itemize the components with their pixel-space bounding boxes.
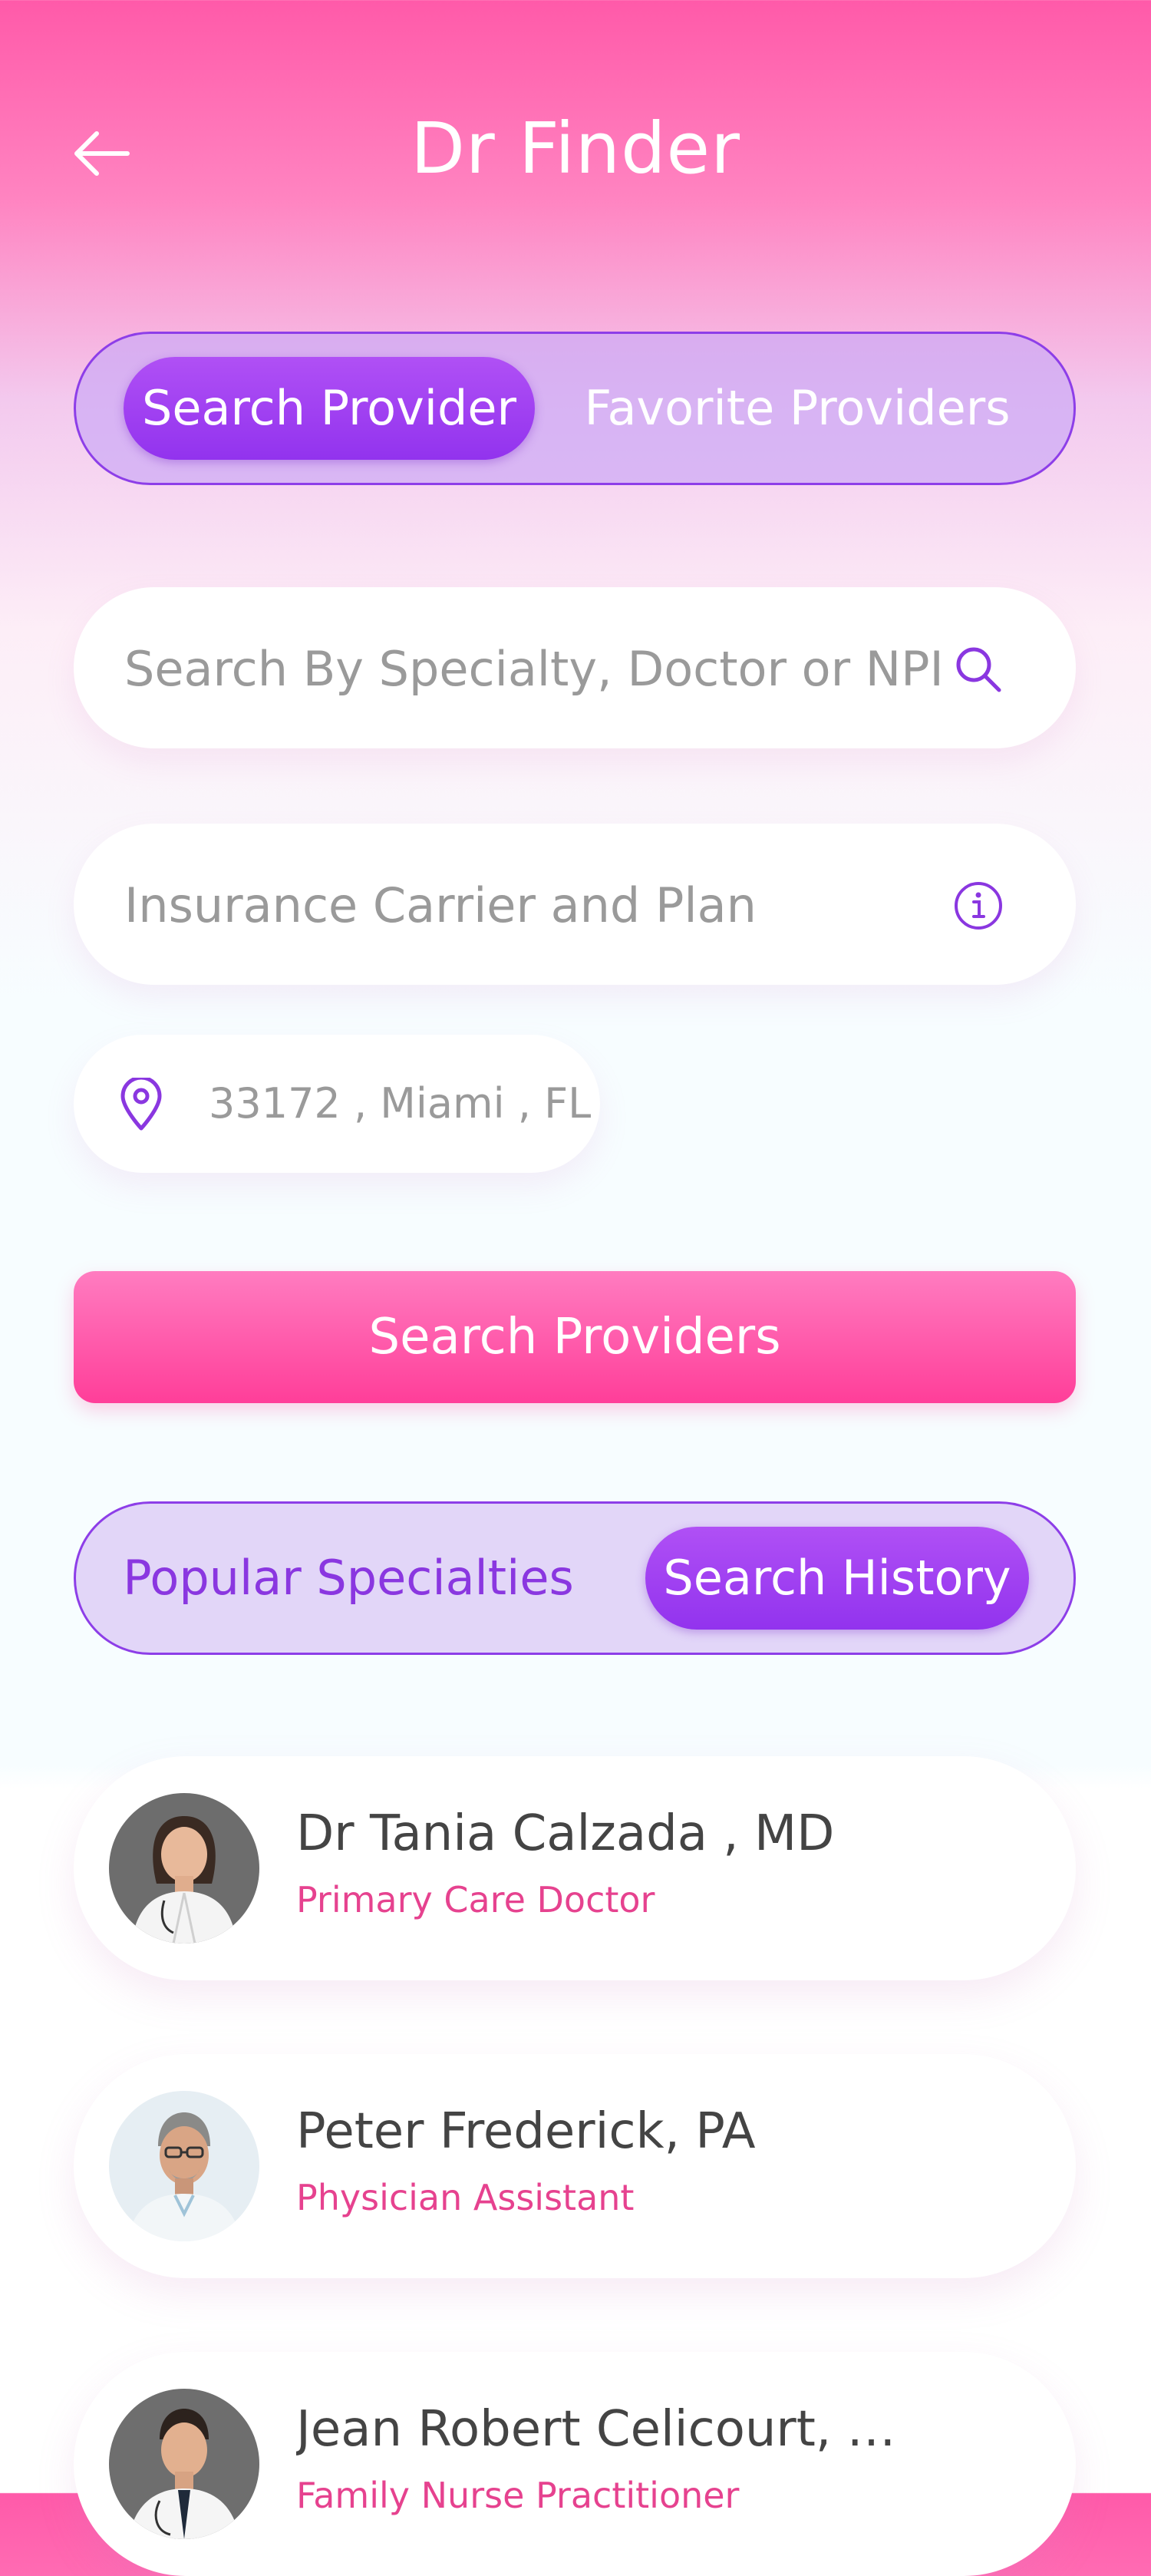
search-field — [74, 587, 1076, 750]
avatar — [109, 2091, 259, 2241]
provider-specialty: Family Nurse Practitioner — [296, 2475, 740, 2516]
insurance-field — [74, 824, 1076, 986]
provider-specialty: Primary Care Doctor — [296, 1879, 655, 1920]
provider-specialty: Physician Assistant — [296, 2177, 635, 2218]
provider-card[interactable]: Dr Tania Calzada , MD Primary Care Docto… — [74, 1756, 1076, 1980]
tab-favorite-providers[interactable]: Favorite Providers — [575, 357, 1020, 460]
search-providers-button[interactable]: Search Providers — [74, 1271, 1076, 1403]
provider-card[interactable]: Jean Robert Celicourt, A... Family Nurse… — [74, 2352, 1076, 2576]
tab-search-provider[interactable]: Search Provider — [124, 357, 535, 460]
provider-card[interactable]: Peter Frederick, PA Physician Assistant — [74, 2054, 1076, 2278]
specialty-tabs: Popular Specialties Search History — [74, 1501, 1076, 1655]
tab-search-history[interactable]: Search History — [645, 1527, 1029, 1630]
location-text: 33172 , Miami , FL — [209, 1079, 592, 1128]
tab-popular-specialties[interactable]: Popular Specialties — [122, 1527, 575, 1630]
provider-name: Jean Robert Celicourt, A... — [296, 2401, 910, 2458]
avatar — [109, 2389, 259, 2539]
avatar — [109, 1793, 259, 1944]
insurance-input[interactable] — [123, 824, 955, 986]
location-pin-icon — [120, 1078, 162, 1131]
provider-name: Dr Tania Calzada , MD — [296, 1805, 835, 1862]
location-selector[interactable]: 33172 , Miami , FL — [74, 1035, 600, 1173]
search-icon[interactable] — [953, 644, 1004, 695]
provider-name: Peter Frederick, PA — [296, 2103, 756, 2160]
page-title: Dr Finder — [411, 107, 740, 190]
search-input[interactable] — [123, 587, 955, 750]
info-icon[interactable] — [953, 880, 1004, 931]
provider-tabs: Search Provider Favorite Providers — [74, 332, 1076, 485]
